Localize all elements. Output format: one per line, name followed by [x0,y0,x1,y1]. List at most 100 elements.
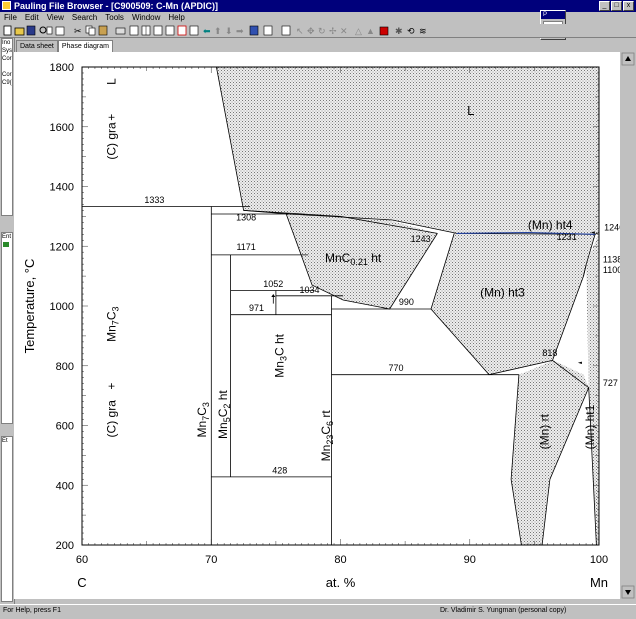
svg-text:✕: ✕ [340,26,348,36]
info-line: Ino [2,40,11,46]
label-mn5c2-ht: Mn5C2 ht [216,390,232,439]
new-icon[interactable] [3,25,12,36]
temperature-label: 1052 [263,279,283,289]
maximize-button[interactable]: □ [611,1,622,11]
arrow-right-icon[interactable]: ➡ [236,26,244,36]
save-icon[interactable] [26,25,36,36]
menu-help[interactable]: Help [164,13,188,22]
label-gra-liquid-plus: + [105,114,119,121]
svg-text:⟲: ⟲ [407,26,415,36]
info-line: Cor [2,56,12,62]
cut-icon[interactable]: ✂ [74,26,82,36]
x-tick-label: 100 [590,554,608,566]
svg-text:≋: ≋ [419,26,427,36]
scrollbar-svg [621,52,635,599]
svg-text:↻: ↻ [318,26,326,36]
cross-icon[interactable]: ✕ [340,26,348,36]
close-button[interactable]: x [623,1,634,11]
y-tick-label: 1400 [50,182,74,194]
color-icon[interactable] [379,26,389,36]
arrow-up-icon[interactable]: ⬆ [214,26,222,36]
move-icon[interactable]: ✥ [307,26,315,36]
info-pane: Ino Sys Cor Cor C9( [1,38,13,216]
mini-window-header: P [541,11,565,19]
entry-icon[interactable] [3,242,9,247]
menu-edit[interactable]: Edit [21,13,43,22]
triangle-icon[interactable]: △ [355,26,362,36]
pointer-icon[interactable]: ↖ [296,26,304,36]
layout-icon[interactable] [281,25,291,36]
refresh-icon[interactable]: ⟲ [407,26,415,36]
triangle-fill-icon[interactable]: ▲ [366,26,375,36]
x-tick-label: 70 [205,554,217,566]
menu-tools[interactable]: Tools [101,13,128,22]
print-preview-icon[interactable] [55,26,65,36]
app-icon [2,1,11,10]
temperature-label: 1246 [604,222,620,232]
menu-search[interactable]: Search [68,13,101,22]
mn-rt-region [511,360,589,545]
menu-view[interactable]: View [43,13,68,22]
x-axis-label: at. % [326,575,356,590]
arrow-left-icon[interactable]: ⬅ [203,26,211,36]
window-controls: _ □ x [599,1,634,11]
label-gra-mn7c3-plus: + [105,383,119,390]
svg-text:⬅: ⬅ [203,26,211,36]
image-icon[interactable] [189,25,199,36]
et-pane: Et [1,436,13,602]
toolbar: ✂ ⬅ ⬆ ⬇ ➡ ↖ ✥ ↻ ✢ ✕ △ ▲ ✱ ⟲ ≋ [0,24,636,38]
mn-ht1-arrow-head [577,361,582,364]
label-gra-liquid: (C) gra [105,122,119,160]
flag-icon[interactable] [177,25,187,36]
settings-icon[interactable]: ✱ [395,26,403,36]
print-icon[interactable] [115,27,126,35]
menu-file[interactable]: File [0,13,21,22]
y-tick-label: 400 [56,480,74,492]
minimize-button[interactable]: _ [599,1,610,11]
menu-window[interactable]: Window [128,13,164,22]
temperature-label: 1100 [603,265,620,275]
wave-icon[interactable]: ≋ [419,26,427,36]
phase-diagram-svg: 1333 1308 1171 1052 971 1034 1243 990 770 818 428 1… [22,62,624,590]
zoom-icon[interactable] [153,25,163,36]
status-help-text: For Help, press F1 [3,607,61,614]
entries-line: Ent [2,234,12,240]
tab-strip: Data sheet Phase diagram [16,40,113,52]
temperature-label: 1243 [411,234,431,244]
search-icon[interactable] [39,26,53,35]
window-title: Pauling File Browser - [C900509: C-Mn (A… [14,1,219,11]
svg-text:⬇: ⬇ [225,26,233,36]
paste-icon[interactable] [98,25,108,36]
svg-text:➡: ➡ [236,26,244,36]
crystal-icon[interactable] [263,25,273,36]
temperature-label: 1034 [299,285,319,295]
tab-phase-diagram[interactable]: Phase diagram [57,40,113,52]
mn3c-arrow-head [271,294,276,298]
measure-icon[interactable]: ✢ [329,26,337,36]
frame-icon[interactable] [165,25,175,36]
temperature-label: 1308 [236,213,256,223]
open-icon[interactable] [14,27,25,36]
entries-pane: Ent [1,232,13,424]
status-bar: For Help, press F1 Dr. Vladimir S. Yungm… [0,604,636,619]
x-tick-label: 60 [76,554,88,566]
info-line: Cor [2,72,12,78]
temperature-label: 1231 [557,232,577,242]
svg-text:▲: ▲ [366,26,375,36]
svg-text:✂: ✂ [74,26,82,36]
y-tick-label: 1200 [50,241,74,253]
structure-icon[interactable] [249,25,259,36]
svg-text:✢: ✢ [329,26,337,36]
arrow-down-icon[interactable]: ⬇ [225,26,233,36]
svg-text:✥: ✥ [307,26,315,36]
info-line: Sys [2,48,12,54]
temperature-label: 1138 [603,254,620,264]
vertical-scrollbar[interactable] [621,52,635,599]
copy-icon[interactable] [85,25,96,36]
rotate-icon[interactable]: ↻ [318,26,326,36]
grid-icon[interactable] [141,25,151,36]
export-icon[interactable] [129,25,139,36]
status-user-text: Dr. Vladimir S. Yungman (personal copy) [440,607,567,614]
temperature-label: 727 [603,378,618,388]
tab-data-sheet[interactable]: Data sheet [16,40,58,52]
